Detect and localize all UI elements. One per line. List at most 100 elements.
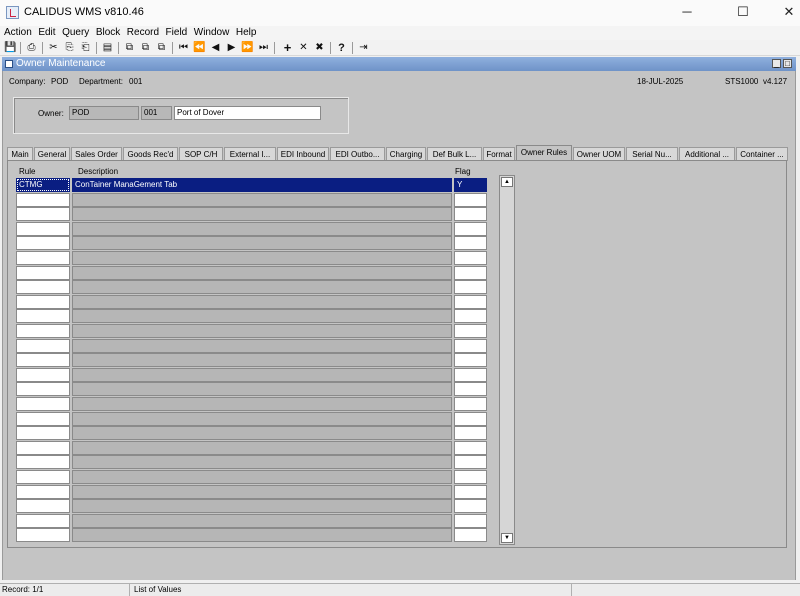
description-cell[interactable]: [72, 265, 452, 280]
rule-cell[interactable]: [16, 499, 70, 514]
description-cell[interactable]: [72, 221, 452, 236]
tab-additional[interactable]: Additional ...: [679, 147, 735, 161]
menu-record[interactable]: Record: [127, 26, 159, 40]
tab-format[interactable]: Format: [483, 147, 515, 161]
owner-name-field[interactable]: Port of Dover: [174, 106, 321, 120]
flag-cell[interactable]: [454, 280, 487, 295]
flag-cell[interactable]: [454, 207, 487, 222]
flag-cell[interactable]: [454, 265, 487, 280]
tab-external[interactable]: External I...: [224, 147, 276, 161]
owner-code-field[interactable]: POD: [69, 106, 139, 120]
flag-cell[interactable]: Y: [454, 178, 487, 192]
description-cell[interactable]: [72, 411, 452, 426]
cut-icon[interactable]: ✂: [46, 41, 61, 55]
paste-icon[interactable]: ⎗: [78, 41, 93, 55]
rule-cell[interactable]: [16, 338, 70, 353]
rule-cell[interactable]: [16, 470, 70, 484]
description-cell[interactable]: ConTainer ManaGement Tab: [72, 178, 452, 192]
flag-cell[interactable]: [454, 338, 487, 353]
flag-cell[interactable]: [454, 221, 487, 236]
menu-action[interactable]: Action: [4, 26, 32, 40]
flag-cell[interactable]: [454, 528, 487, 543]
rule-cell[interactable]: [16, 236, 70, 251]
owner-department-field[interactable]: 001: [141, 106, 172, 120]
flag-cell[interactable]: [454, 353, 487, 368]
rule-cell[interactable]: CTMG: [16, 178, 70, 192]
rule-cell[interactable]: [16, 367, 70, 382]
cancel-query-icon[interactable]: ⧉: [154, 41, 169, 55]
rule-cell[interactable]: [16, 294, 70, 309]
tab-edi-outbound[interactable]: EDI Outbo...: [330, 147, 385, 161]
description-cell[interactable]: [72, 440, 452, 455]
description-cell[interactable]: [72, 207, 452, 222]
description-cell[interactable]: [72, 324, 452, 338]
description-cell[interactable]: [72, 192, 452, 207]
description-cell[interactable]: [72, 251, 452, 265]
description-cell[interactable]: [72, 280, 452, 295]
enter-query-icon[interactable]: ⧉: [122, 41, 137, 55]
description-cell[interactable]: [72, 499, 452, 514]
rule-cell[interactable]: [16, 309, 70, 324]
rule-cell[interactable]: [16, 324, 70, 338]
minimize-button[interactable]: ─: [664, 0, 710, 26]
description-cell[interactable]: [72, 353, 452, 368]
tab-charging[interactable]: Charging: [386, 147, 426, 161]
flag-cell[interactable]: [454, 251, 487, 265]
description-cell[interactable]: [72, 470, 452, 484]
flag-cell[interactable]: [454, 294, 487, 309]
rule-cell[interactable]: [16, 426, 70, 441]
description-cell[interactable]: [72, 455, 452, 470]
duplicate-record-icon[interactable]: ✖: [312, 41, 327, 55]
tab-def-bulk[interactable]: Def Bulk L...: [427, 147, 482, 161]
flag-cell[interactable]: [454, 455, 487, 470]
menu-help[interactable]: Help: [236, 26, 257, 40]
flag-cell[interactable]: [454, 440, 487, 455]
tab-serial-numbers[interactable]: Serial Nu...: [626, 147, 678, 161]
description-cell[interactable]: [72, 484, 452, 499]
first-record-icon[interactable]: ⏮: [176, 41, 191, 55]
previous-block-icon[interactable]: ⏪: [192, 41, 207, 55]
exit-icon[interactable]: ⇥: [356, 41, 371, 55]
rule-cell[interactable]: [16, 440, 70, 455]
tab-general[interactable]: General: [34, 147, 70, 161]
rule-cell[interactable]: [16, 513, 70, 528]
flag-cell[interactable]: [454, 192, 487, 207]
rule-cell[interactable]: [16, 397, 70, 411]
tab-sop-ch[interactable]: SOP C/H: [179, 147, 223, 161]
menu-query[interactable]: Query: [62, 26, 89, 40]
description-cell[interactable]: [72, 426, 452, 441]
menu-edit[interactable]: Edit: [38, 26, 55, 40]
delete-record-icon[interactable]: ✕: [296, 41, 311, 55]
form-minimize-button[interactable]: _: [772, 59, 781, 68]
rule-cell[interactable]: [16, 455, 70, 470]
next-record-icon[interactable]: ▶: [224, 41, 239, 55]
tab-container[interactable]: Container ...: [736, 147, 788, 161]
scroll-down-arrow-icon[interactable]: ▼: [501, 533, 513, 543]
description-cell[interactable]: [72, 367, 452, 382]
description-cell[interactable]: [72, 397, 452, 411]
tab-sales-order[interactable]: Sales Order: [71, 147, 122, 161]
menu-window[interactable]: Window: [194, 26, 230, 40]
description-cell[interactable]: [72, 294, 452, 309]
rule-cell[interactable]: [16, 411, 70, 426]
flag-cell[interactable]: [454, 382, 487, 397]
rule-cell[interactable]: [16, 251, 70, 265]
flag-cell[interactable]: [454, 309, 487, 324]
flag-cell[interactable]: [454, 426, 487, 441]
tab-owner-uom[interactable]: Owner UOM: [573, 147, 625, 161]
last-record-icon[interactable]: ⏭: [256, 41, 271, 55]
flag-cell[interactable]: [454, 470, 487, 484]
clear-icon[interactable]: ▤: [100, 41, 115, 55]
maximize-button[interactable]: ☐: [720, 0, 766, 26]
description-cell[interactable]: [72, 528, 452, 543]
flag-cell[interactable]: [454, 236, 487, 251]
flag-cell[interactable]: [454, 324, 487, 338]
rule-cell[interactable]: [16, 221, 70, 236]
description-cell[interactable]: [72, 513, 452, 528]
description-cell[interactable]: [72, 338, 452, 353]
help-icon[interactable]: ?: [334, 41, 349, 55]
scroll-up-arrow-icon[interactable]: ▲: [501, 177, 513, 187]
tab-main[interactable]: Main: [7, 147, 33, 161]
grid-scrollbar[interactable]: ▲ ▼: [499, 175, 515, 545]
flag-cell[interactable]: [454, 397, 487, 411]
